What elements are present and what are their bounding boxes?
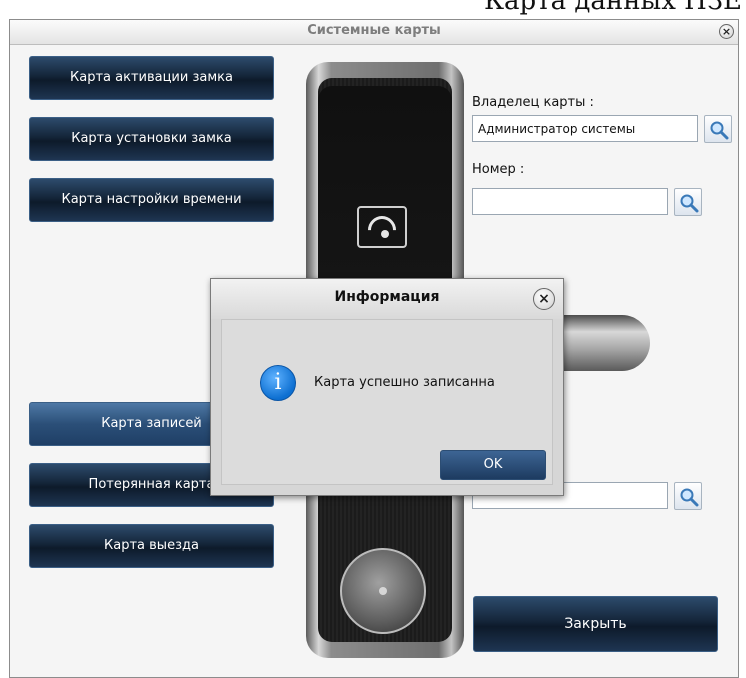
lock-activation-card-button[interactable]: Карта активации замка — [29, 56, 274, 100]
time-setting-card-button[interactable]: Карта настройки времени — [29, 178, 274, 222]
key-cylinder-icon — [340, 548, 426, 634]
lock-setup-card-button[interactable]: Карта установки замка — [29, 117, 274, 161]
number-search-button[interactable] — [674, 188, 702, 216]
close-button[interactable]: Закрыть — [473, 596, 718, 652]
dialog-message: Карта успешно записанна — [314, 375, 495, 390]
number-label: Номер : — [472, 162, 525, 177]
info-icon: i — [260, 365, 296, 401]
dialog-body: i Карта успешно записанна OK — [221, 319, 553, 485]
dialog-close-icon[interactable]: × — [533, 288, 555, 310]
dialog-title: Информация — [334, 289, 440, 305]
search-icon — [710, 121, 729, 140]
window-titlebar: Системные карты × — [10, 20, 738, 45]
secondary-search-button[interactable] — [674, 482, 702, 510]
number-field[interactable] — [472, 188, 668, 215]
window-close-icon[interactable]: × — [719, 24, 734, 39]
owner-search-button[interactable] — [704, 115, 732, 143]
dialog-titlebar: Информация × — [211, 279, 563, 319]
search-icon — [680, 194, 699, 213]
page-heading: Карта данных ПЗЕ — [483, 0, 742, 16]
info-dialog: Информация × i Карта успешно записанна O… — [210, 278, 564, 496]
checkout-card-button[interactable]: Карта выезда — [29, 524, 274, 568]
owner-label: Владелец карты : — [472, 95, 594, 110]
ok-button[interactable]: OK — [440, 450, 546, 480]
rfid-card-icon — [357, 206, 407, 248]
search-icon — [680, 488, 699, 507]
window-title: Системные карты — [307, 23, 441, 38]
owner-field[interactable] — [472, 115, 698, 142]
